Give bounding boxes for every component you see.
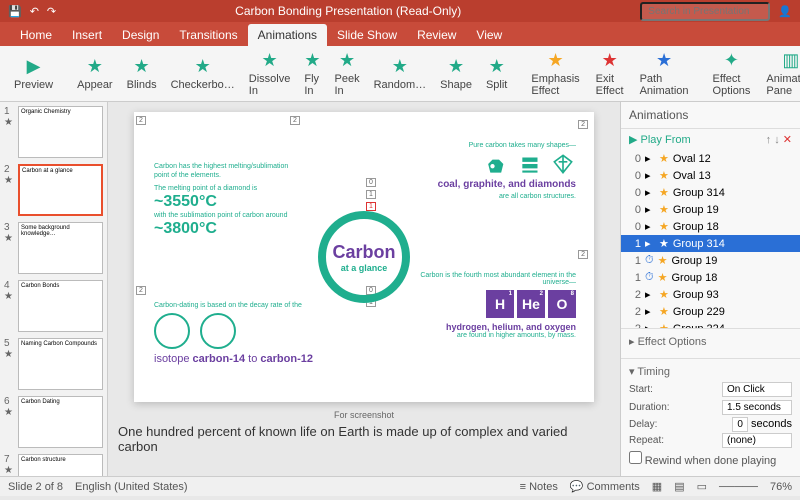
move-down-icon[interactable]: ↓ xyxy=(774,134,780,146)
anim-item[interactable]: 0▸★Oval 13 xyxy=(621,167,800,184)
carbon-forms-icons xyxy=(426,153,576,175)
search-input[interactable] xyxy=(640,2,770,21)
zoom-level[interactable]: 76% xyxy=(770,481,792,493)
timing-repeat-select[interactable]: (none) xyxy=(722,433,792,448)
slide-counter: Slide 2 of 8 xyxy=(8,481,63,493)
thumb-6[interactable]: 6★Carbon Dating xyxy=(4,396,103,448)
thumb-3[interactable]: 3★Some background knowledge… xyxy=(4,222,103,274)
slide[interactable]: 2 2 2 0 1 1 0 1 2 2 Carbon has the highe… xyxy=(134,112,594,402)
ribbon: ▶Preview ★Appear★Blinds★Checkerbo…★Disso… xyxy=(0,46,800,102)
anim-item[interactable]: 0▸★Group 19 xyxy=(621,201,800,218)
entrance-flyin[interactable]: ★Fly In xyxy=(298,48,326,99)
element-box: O8 xyxy=(548,290,576,318)
anim-item[interactable]: 1▸★Group 314 xyxy=(621,235,800,252)
delete-icon[interactable]: ✕ xyxy=(783,134,792,146)
notes-button[interactable]: ≡ Notes xyxy=(520,481,558,493)
undo-icon[interactable]: ↶ xyxy=(30,5,39,18)
anim-item[interactable]: 0▸★Group 18 xyxy=(621,218,800,235)
tab-animations[interactable]: Animations xyxy=(248,24,327,46)
thumb-2[interactable]: 2★Carbon at a glance xyxy=(4,164,103,216)
tab-review[interactable]: Review xyxy=(407,24,466,46)
anim-item[interactable]: 1⏱★Group 18 xyxy=(621,269,800,286)
comments-button[interactable]: 💬 Comments xyxy=(570,480,640,493)
thumb-1[interactable]: 1★Organic Chemistry xyxy=(4,106,103,158)
language[interactable]: English (United States) xyxy=(75,481,188,493)
thumb-5[interactable]: 5★Naming Carbon Compounds xyxy=(4,338,103,390)
view-sorter-icon[interactable]: ▤ xyxy=(674,480,684,493)
element-box: H1 xyxy=(486,290,514,318)
exit-button[interactable]: ★Exit Effect xyxy=(590,48,630,99)
anim-item[interactable]: 1⏱★Group 19 xyxy=(621,252,800,269)
center-title: Carbon at a glance xyxy=(318,211,410,303)
anim-item[interactable]: 2▸★Group 229 xyxy=(621,303,800,320)
entrance-peekin[interactable]: ★Peek In xyxy=(329,48,366,99)
slide-canvas: 2 2 2 0 1 1 0 1 2 2 Carbon has the highe… xyxy=(108,102,620,476)
view-slideshow-icon[interactable]: ▭ xyxy=(697,480,707,493)
tab-home[interactable]: Home xyxy=(10,24,62,46)
redo-icon[interactable]: ↷ xyxy=(47,5,56,18)
entrance-blinds[interactable]: ★Blinds xyxy=(121,48,163,99)
notes-label: For screenshot xyxy=(334,410,394,420)
effect-options-button[interactable]: ✦Effect Options xyxy=(707,48,757,99)
entrance-random[interactable]: ★Random… xyxy=(368,48,433,99)
timing-duration-select[interactable]: 1.5 seconds xyxy=(722,400,792,415)
thumb-7[interactable]: 7★Carbon structure xyxy=(4,454,103,476)
animations-pane: Animations ▶ Play From ↑ ↓ ✕ 0▸★Oval 120… xyxy=(620,102,800,476)
animation-pane-button[interactable]: ▥Animation Pane xyxy=(760,48,800,99)
status-bar: Slide 2 of 8 English (United States) ≡ N… xyxy=(0,476,800,496)
entrance-shape[interactable]: ★Shape xyxy=(434,48,478,99)
timing-delay-input[interactable]: 0 xyxy=(732,417,748,432)
rewind-checkbox[interactable] xyxy=(629,451,642,464)
pane-title: Animations xyxy=(621,102,800,129)
tab-insert[interactable]: Insert xyxy=(62,24,112,46)
play-from-button[interactable]: ▶ Play From xyxy=(629,133,691,146)
save-icon[interactable]: 💾 xyxy=(8,5,22,18)
anim-item[interactable]: 0▸★Oval 12 xyxy=(621,150,800,167)
tab-transitions[interactable]: Transitions xyxy=(169,24,247,46)
element-box: He2 xyxy=(517,290,545,318)
move-up-icon[interactable]: ↑ xyxy=(766,134,772,146)
timing-section[interactable]: ▾ Timing xyxy=(629,365,792,378)
timing-start-select[interactable]: On Click xyxy=(722,382,792,397)
menubar: HomeInsertDesignTransitionsAnimationsSli… xyxy=(0,22,800,46)
entrance-checkerbo[interactable]: ★Checkerbo… xyxy=(165,48,241,99)
thumb-4[interactable]: 4★Carbon Bonds xyxy=(4,280,103,332)
window-title: Carbon Bonding Presentation (Read-Only) xyxy=(56,4,640,18)
entrance-appear[interactable]: ★Appear xyxy=(71,48,118,99)
tab-slide show[interactable]: Slide Show xyxy=(327,24,407,46)
share-icon[interactable]: 👤 xyxy=(778,5,792,18)
quick-access: 💾 ↶ ↷ xyxy=(8,5,56,18)
slide-thumbnails[interactable]: 1★Organic Chemistry 2★Carbon at a glance 3… xyxy=(0,102,108,476)
tab-view[interactable]: View xyxy=(466,24,512,46)
anim-item[interactable]: 2▸★Group 93 xyxy=(621,286,800,303)
emphasis-button[interactable]: ★Emphasis Effect xyxy=(525,48,585,99)
preview-button[interactable]: ▶Preview xyxy=(8,54,59,93)
entrance-dissolvein[interactable]: ★Dissolve In xyxy=(243,48,297,99)
effect-options-section[interactable]: ▸ Effect Options xyxy=(629,335,792,348)
tab-design[interactable]: Design xyxy=(112,24,169,46)
path-button[interactable]: ★Path Animation xyxy=(634,48,695,99)
titlebar: 💾 ↶ ↷ Carbon Bonding Presentation (Read-… xyxy=(0,0,800,22)
speaker-notes[interactable]: One hundred percent of known life on Ear… xyxy=(118,424,610,454)
view-normal-icon[interactable]: ▦ xyxy=(652,480,662,493)
entrance-split[interactable]: ★Split xyxy=(480,48,513,99)
anim-item[interactable]: 2▸★Group 224 xyxy=(621,320,800,328)
anim-item[interactable]: 0▸★Group 314 xyxy=(621,184,800,201)
